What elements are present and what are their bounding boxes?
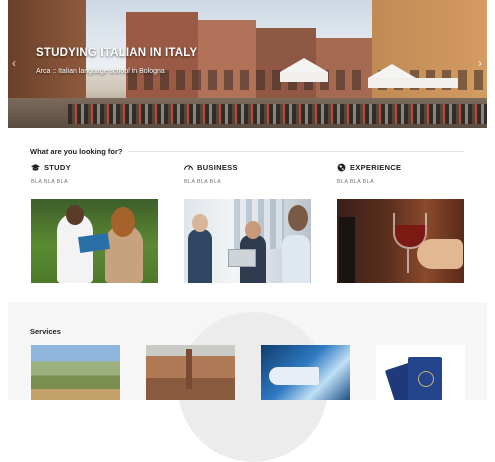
hero-prev-arrow-icon[interactable]: ‹ — [12, 56, 16, 70]
option-header: BUSINESS — [184, 161, 312, 173]
person-head — [245, 221, 261, 239]
speedometer-icon — [184, 164, 193, 170]
option-text: BLA BLA BLA — [184, 179, 221, 185]
section-divider — [128, 151, 464, 152]
laptop-icon — [228, 249, 256, 267]
hero-next-arrow-icon[interactable]: › — [478, 56, 482, 70]
hero-subtitle: Arca :: Italian language school in Bolog… — [36, 68, 165, 75]
option-title: EXPERIENCE — [350, 162, 402, 172]
business-photo[interactable] — [184, 199, 311, 283]
market-tent — [280, 72, 328, 82]
experience-photo[interactable] — [337, 199, 464, 283]
market-tent — [368, 64, 416, 78]
option-text: BLA BLA BLA — [337, 179, 374, 185]
passport-seal — [418, 371, 434, 387]
option-experience[interactable]: EXPERIENCE BLA BLA BLA — [337, 161, 465, 283]
student-head — [66, 205, 84, 225]
globe-icon — [337, 163, 346, 171]
option-study[interactable]: STUDY BLA BLA BLA — [31, 161, 159, 283]
section-title-looking-for: What are you looking for? — [30, 147, 123, 156]
market-tent — [280, 58, 328, 72]
option-header: EXPERIENCE — [337, 161, 465, 173]
option-header: STUDY — [31, 161, 159, 173]
wine-bottle — [339, 217, 355, 283]
option-title: BUSINESS — [197, 162, 238, 172]
person-head — [288, 205, 308, 231]
hero-crowd — [68, 104, 487, 124]
tower-figure — [186, 349, 192, 389]
train-figure — [269, 367, 319, 385]
person-figure — [188, 229, 212, 283]
graduation-cap-icon — [31, 163, 40, 171]
section-title-services: Services — [30, 327, 61, 336]
service-passport-photo[interactable] — [376, 345, 465, 400]
service-landscape-photo[interactable] — [31, 345, 120, 400]
study-photo[interactable] — [31, 199, 158, 283]
hero-title: STUDYING ITALIAN IN ITALY — [36, 47, 198, 59]
hero-banner: ‹ › STUDYING ITALIAN IN ITALY Arca :: It… — [8, 0, 487, 128]
hand-figure — [417, 239, 463, 269]
service-train-photo[interactable] — [261, 345, 350, 400]
person-head — [192, 214, 208, 232]
market-tent — [368, 78, 458, 88]
wine-glass-stem — [407, 249, 409, 273]
option-business[interactable]: BUSINESS BLA BLA BLA — [184, 161, 312, 283]
option-text: BLA BLA BLA — [31, 179, 68, 185]
person-figure — [282, 235, 310, 283]
service-city-photo[interactable] — [146, 345, 235, 400]
option-title: STUDY — [44, 162, 71, 172]
student-head — [111, 207, 135, 237]
